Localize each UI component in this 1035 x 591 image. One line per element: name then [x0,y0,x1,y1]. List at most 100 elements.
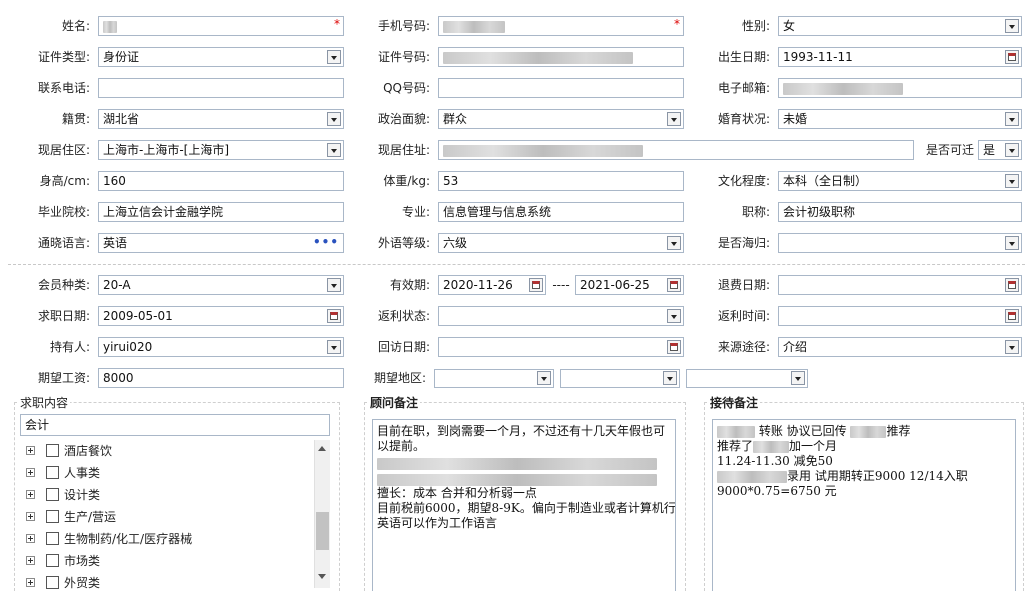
calendar-icon[interactable] [327,309,341,323]
scroll-thumb[interactable] [316,512,329,550]
expand-plus-icon[interactable] [26,490,35,499]
calendar-icon[interactable] [667,278,681,292]
job-date-label: 求职日期: [37,309,90,323]
email-input[interactable] [778,78,1022,98]
id-type-select[interactable]: 身份证 [98,47,344,67]
tree-item[interactable]: 市场类 [20,550,310,572]
tree-item[interactable]: 生产/营运 [20,506,310,528]
height-input[interactable]: 160 [98,171,344,191]
chevron-down-icon[interactable] [667,112,681,126]
language-input[interactable]: 英语 ••• [98,233,344,253]
chevron-down-icon[interactable] [1005,340,1019,354]
chevron-down-icon[interactable] [327,278,341,292]
job-date-input[interactable]: 2009-05-01 [98,306,344,326]
tree-scrollbar[interactable] [314,440,330,588]
job-title-input[interactable]: 会计初级职称 [778,202,1022,222]
checkbox[interactable] [46,510,59,523]
revisit-date-input[interactable] [438,337,684,357]
contact-phone-input[interactable] [98,78,344,98]
chevron-down-icon[interactable] [1005,236,1019,250]
chevron-down-icon[interactable] [1005,19,1019,33]
chevron-down-icon[interactable] [667,236,681,250]
chevron-down-icon[interactable] [791,371,805,385]
tree-item[interactable]: 生物制药/化工/医疗器械 [20,528,310,550]
rebate-time-input[interactable] [778,306,1022,326]
source-select[interactable]: 介绍 [778,337,1022,357]
calendar-icon[interactable] [1005,50,1019,64]
major-input[interactable]: 信息管理与信息系统 [438,202,684,222]
expand-plus-icon[interactable] [26,446,35,455]
checkbox[interactable] [46,576,59,589]
education-select[interactable]: 本科（全日制） [778,171,1022,191]
chevron-down-icon[interactable] [1005,143,1019,157]
chevron-down-icon[interactable] [663,371,677,385]
chevron-down-icon[interactable] [537,371,551,385]
expand-plus-icon[interactable] [26,578,35,587]
chevron-down-icon[interactable] [667,309,681,323]
member-type-select[interactable]: 20-A [98,275,344,295]
calendar-icon[interactable] [1005,278,1019,292]
refund-date-input[interactable] [778,275,1022,295]
residence-area-select[interactable]: 上海市-上海市-[上海市] [98,140,344,160]
qq-input[interactable] [438,78,684,98]
chevron-down-icon[interactable] [1005,112,1019,126]
name-input[interactable]: * [98,16,344,36]
contact-phone-label: 联系电话: [37,81,90,95]
birth-date-input[interactable]: 1993-11-11 [778,47,1022,67]
salary-input[interactable]: 8000 [98,368,344,388]
rebate-status-select[interactable] [438,306,684,326]
expand-plus-icon[interactable] [26,468,35,477]
reception-notes-textarea[interactable]: 转账 协议已回传 推荐 推荐了 加一个月 11.24-11.30 减免50 录用 … [712,419,1016,591]
consultant-notes-textarea[interactable]: 目前在职，到岗需要一个月，不过还有十几天年假也可 以提前。 擅长：成本 合并和分… [372,419,676,591]
chevron-down-icon[interactable] [1005,174,1019,188]
expand-plus-icon[interactable] [26,534,35,543]
phone-input[interactable]: * [438,16,684,36]
calendar-icon[interactable] [1005,309,1019,323]
valid-to-input[interactable]: 2021-06-25 [575,275,684,295]
checkbox[interactable] [46,444,59,457]
political-status-select[interactable]: 群众 [438,109,684,129]
checkbox[interactable] [46,554,59,567]
more-options-icon[interactable]: ••• [313,234,339,250]
chevron-down-icon[interactable] [327,143,341,157]
calendar-icon[interactable] [529,278,543,292]
scroll-up-icon[interactable] [318,446,326,451]
gender-select[interactable]: 女 [778,16,1022,36]
expand-plus-icon[interactable] [26,512,35,521]
region-district-select[interactable] [686,369,808,388]
marital-status-select[interactable]: 未婚 [778,109,1022,129]
job-content-selected-input[interactable]: 会计 [20,414,330,436]
region-label: 期望地区: [373,371,426,385]
redacted-email [783,82,903,95]
address-input[interactable] [438,140,914,160]
gender-label: 性别: [741,19,770,33]
tree-item[interactable]: 人事类 [20,462,310,484]
region-province-select[interactable] [434,369,554,388]
school-input[interactable]: 上海立信会计金融学院 [98,202,344,222]
id-number-input[interactable] [438,47,684,67]
region-city-select[interactable] [560,369,680,388]
checkbox[interactable] [46,488,59,501]
weight-input[interactable]: 53 [438,171,684,191]
language-level-select[interactable]: 六级 [438,233,684,253]
expand-plus-icon[interactable] [26,556,35,565]
holder-select[interactable]: yirui020 [98,337,344,357]
checkbox[interactable] [46,466,59,479]
political-status-label: 政治面貌: [377,112,430,126]
chevron-down-icon[interactable] [327,50,341,64]
weight-label: 体重/kg: [383,174,430,188]
tree-item[interactable]: 设计类 [20,484,310,506]
checkbox[interactable] [46,532,59,545]
overseas-select[interactable] [778,233,1022,253]
tree-item[interactable]: 外贸类 [20,572,310,591]
job-category-tree: 酒店餐饮 人事类 设计类 生产/营运 生物制药/化工/医疗器械 市场类 外贸类 [20,440,330,591]
tree-item[interactable]: 酒店餐饮 [20,440,310,462]
calendar-icon[interactable] [667,340,681,354]
email-label: 电子邮箱: [717,81,770,95]
scroll-down-icon[interactable] [318,574,326,579]
native-place-select[interactable]: 湖北省 [98,109,344,129]
chevron-down-icon[interactable] [327,340,341,354]
relocate-select[interactable]: 是 [978,140,1022,160]
valid-from-input[interactable]: 2020-11-26 [438,275,546,295]
chevron-down-icon[interactable] [327,112,341,126]
